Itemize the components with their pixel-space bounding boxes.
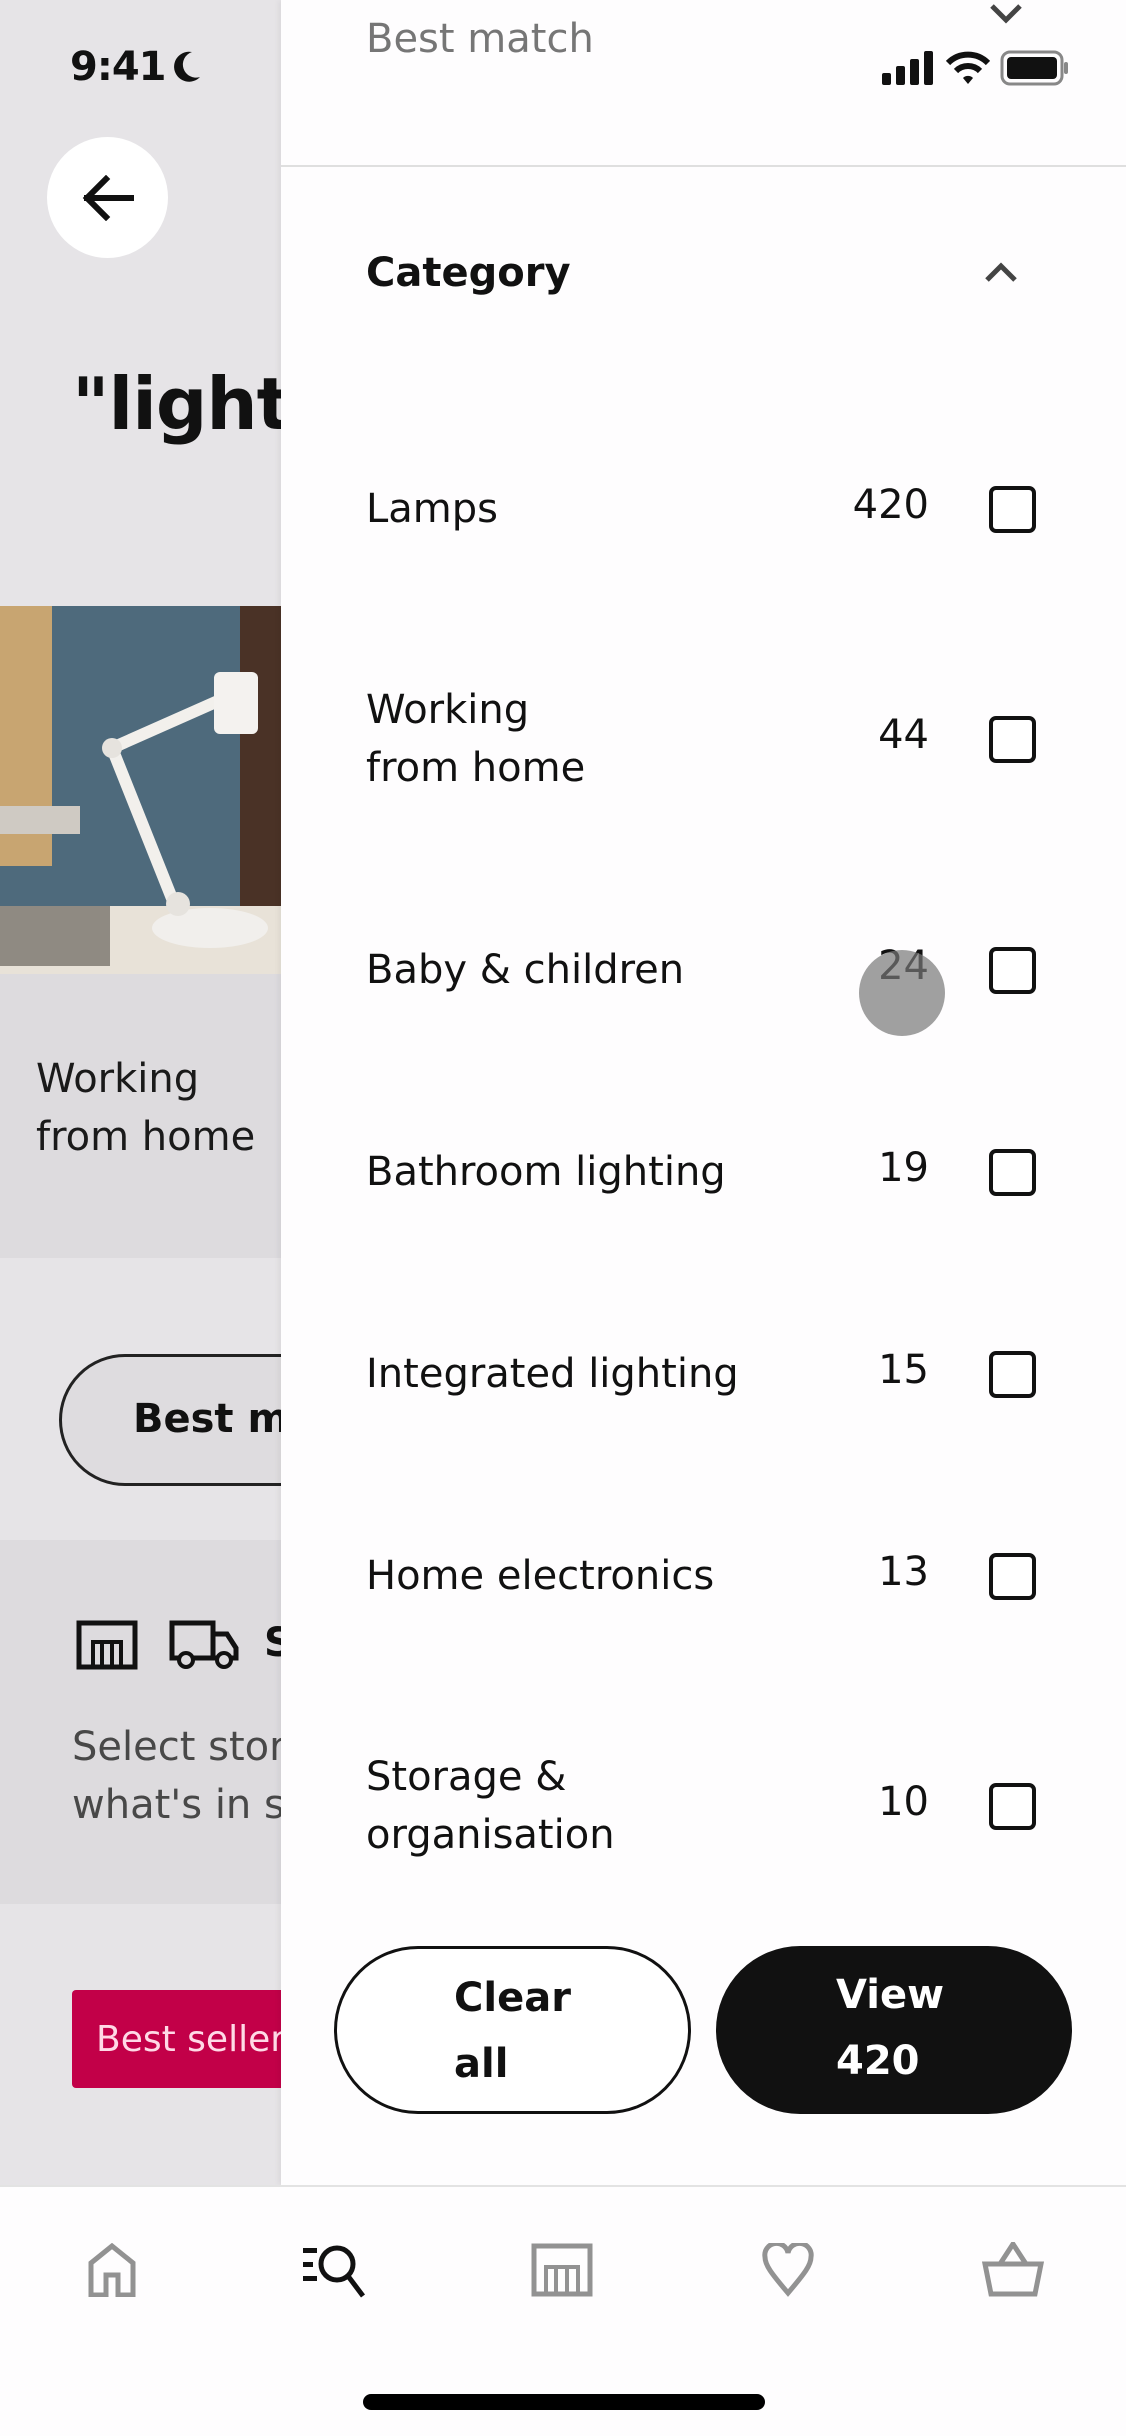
view-label-line2: 420 bbox=[836, 2038, 920, 2084]
tab-home[interactable] bbox=[77, 2235, 147, 2305]
view-label-line1: View bbox=[836, 1972, 945, 2018]
category-label: Working from home bbox=[366, 687, 586, 791]
chevron-up-icon[interactable] bbox=[981, 258, 1021, 288]
category-checkbox[interactable] bbox=[989, 1351, 1036, 1398]
category-title[interactable]: Category bbox=[366, 250, 571, 296]
category-count: 15 bbox=[878, 1347, 929, 1393]
back-button[interactable] bbox=[47, 137, 168, 258]
category-count: 420 bbox=[852, 482, 929, 528]
category-count: 19 bbox=[878, 1145, 929, 1191]
filter-panel: Best match Category Lamps 420 Working from… bbox=[281, 0, 1126, 2185]
category-label: Storage & organisation bbox=[366, 1754, 615, 1858]
hero-image[interactable] bbox=[0, 606, 281, 974]
home-icon bbox=[88, 2243, 136, 2297]
category-label: Baby & children bbox=[366, 947, 685, 993]
clear-all-label-line1: Clear bbox=[454, 1975, 571, 2021]
signal-icon bbox=[882, 51, 933, 85]
category-row[interactable]: Storage & organisation 10 bbox=[281, 1731, 1126, 1881]
category-checkbox[interactable] bbox=[989, 1783, 1036, 1830]
category-label: Integrated lighting bbox=[366, 1351, 739, 1397]
category-row[interactable]: Home electronics 13 bbox=[281, 1501, 1126, 1651]
category-checkbox[interactable] bbox=[989, 947, 1036, 994]
category-checkbox[interactable] bbox=[989, 1553, 1036, 1600]
hero-card-label: Working from home bbox=[36, 1056, 256, 1160]
category-label: Lamps bbox=[366, 486, 498, 532]
category-row[interactable]: Integrated lighting 15 bbox=[281, 1299, 1126, 1449]
wifi-icon bbox=[946, 51, 990, 84]
store-icon bbox=[76, 1620, 138, 1670]
touch-indicator bbox=[859, 950, 945, 1036]
category-checkbox[interactable] bbox=[989, 716, 1036, 763]
clear-all-button[interactable]: Clear all bbox=[334, 1946, 691, 2114]
search-icon bbox=[303, 2245, 365, 2298]
heart-icon bbox=[762, 2243, 814, 2297]
category-row[interactable]: Lamps 420 bbox=[281, 434, 1126, 584]
status-icons bbox=[882, 50, 1070, 86]
category-row[interactable]: Working from home 44 bbox=[281, 664, 1126, 814]
tab-favourites[interactable] bbox=[753, 2235, 823, 2305]
moon-icon bbox=[173, 51, 200, 82]
tab-store[interactable] bbox=[527, 2235, 597, 2305]
battery-icon bbox=[1000, 50, 1068, 86]
category-checkbox[interactable] bbox=[989, 486, 1036, 533]
divider bbox=[281, 165, 1126, 167]
desk-lamp-photo bbox=[0, 606, 281, 974]
category-row[interactable]: Bathroom lighting 19 bbox=[281, 1097, 1126, 1247]
category-count: 13 bbox=[878, 1549, 929, 1595]
category-label: Bathroom lighting bbox=[366, 1149, 726, 1195]
category-count: 44 bbox=[878, 712, 929, 758]
truck-icon bbox=[169, 1620, 239, 1669]
tab-search[interactable] bbox=[300, 2235, 370, 2305]
home-indicator bbox=[363, 2394, 765, 2410]
category-label: Home electronics bbox=[366, 1553, 715, 1599]
category-checkbox[interactable] bbox=[989, 1149, 1036, 1196]
clear-all-label-line2: all bbox=[454, 2041, 509, 2087]
category-count: 10 bbox=[878, 1779, 929, 1825]
store-icon bbox=[531, 2243, 593, 2297]
time-text: 9:41 bbox=[70, 44, 166, 90]
tab-basket[interactable] bbox=[978, 2235, 1048, 2305]
view-results-button[interactable]: View 420 bbox=[716, 1946, 1072, 2114]
chevron-down-icon[interactable] bbox=[986, 0, 1026, 30]
sort-value[interactable]: Best match bbox=[366, 16, 594, 62]
status-time: 9:41 bbox=[70, 44, 202, 90]
basket-icon bbox=[982, 2242, 1044, 2297]
category-row[interactable]: Baby & children24 bbox=[281, 895, 1126, 1045]
arrow-left-icon bbox=[82, 174, 134, 221]
